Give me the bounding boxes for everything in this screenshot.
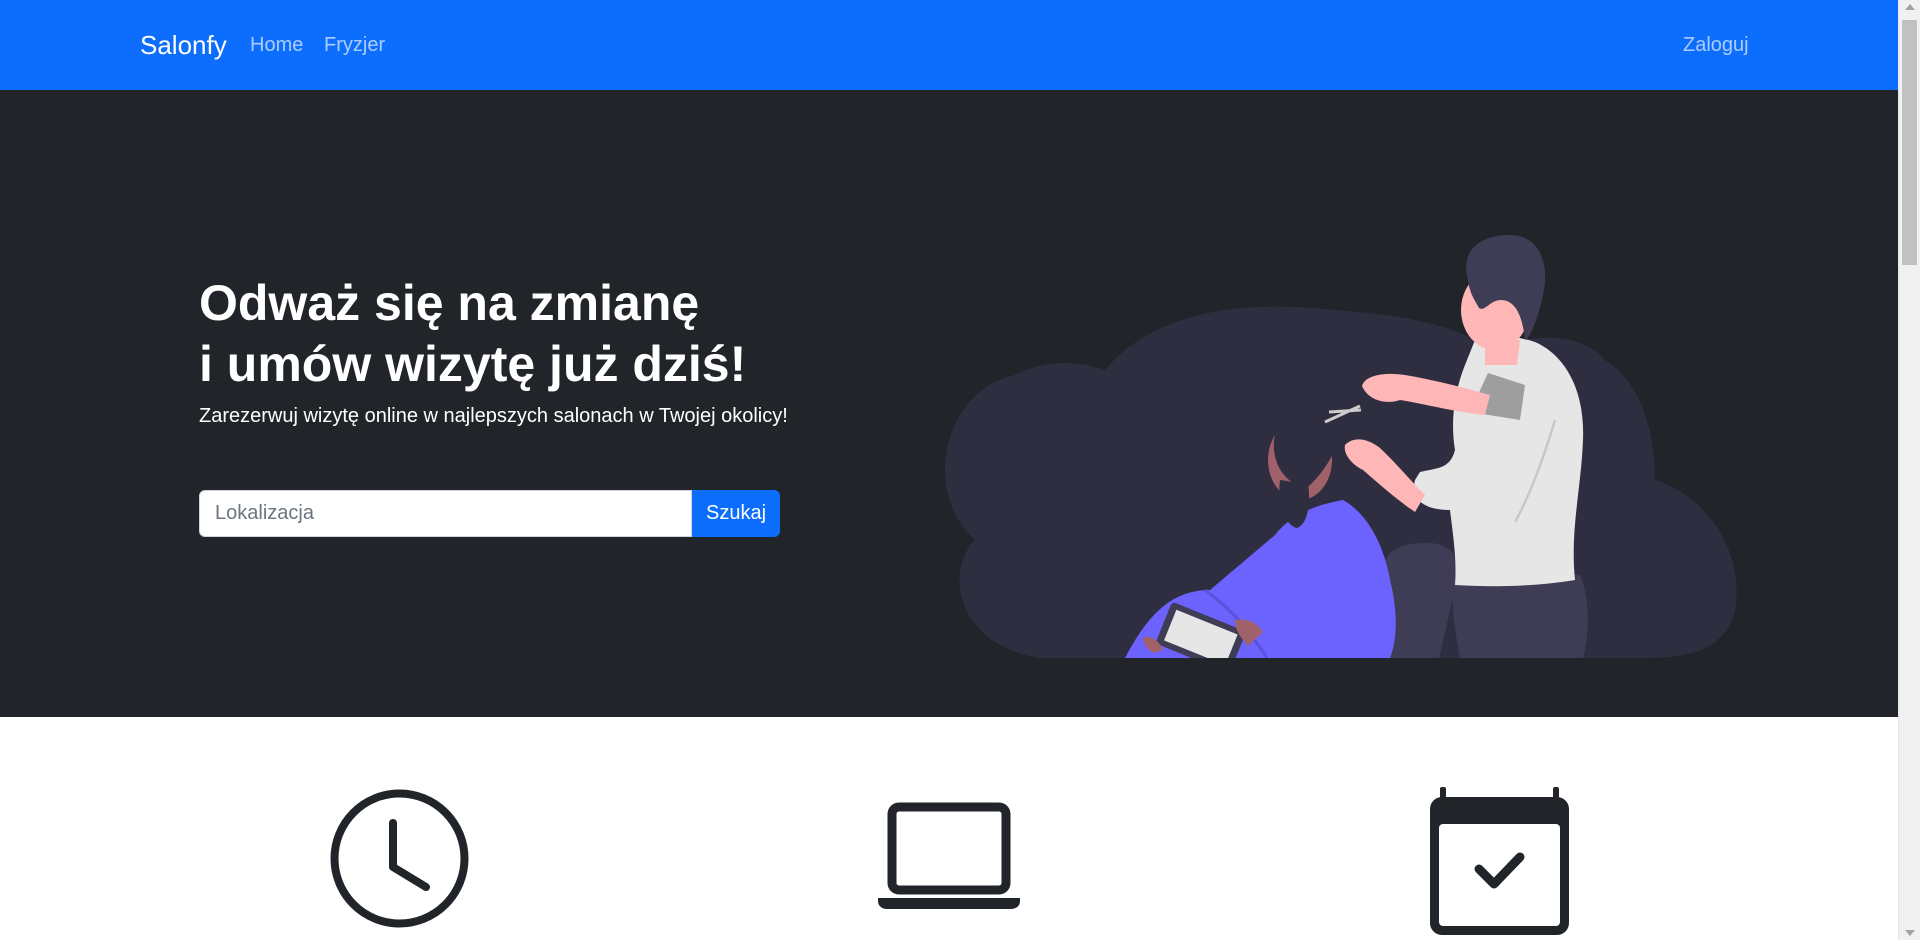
calendar-check-icon	[1430, 787, 1569, 935]
scroll-down-arrow[interactable]	[1905, 930, 1915, 936]
hero-title-line-2: i umów wizytę już dziś!	[199, 336, 747, 392]
hero-subtitle: Zarezerwuj wizytę online w najlepszych s…	[199, 405, 788, 427]
navbar: Salonfy Home Fryzjer Zaloguj	[0, 0, 1898, 90]
features-section	[0, 717, 1898, 940]
brand-logo[interactable]: Salonfy	[140, 30, 227, 61]
hero-title: Odważ się na zmianę i umów wizytę już dz…	[199, 273, 746, 395]
barber-neck	[1485, 340, 1520, 365]
clock-icon	[330, 789, 469, 928]
scroll-up-arrow[interactable]	[1905, 4, 1915, 10]
search-button[interactable]: Szukaj	[692, 490, 780, 537]
search-group: Szukaj	[199, 490, 780, 537]
page: Salonfy Home Fryzjer Zaloguj Odważ się n…	[0, 0, 1898, 940]
nav-link-login[interactable]: Zaloguj	[1683, 34, 1749, 57]
scrollbar-thumb[interactable]	[1902, 20, 1917, 265]
scissors-blade-2	[1328, 408, 1362, 414]
vertical-scrollbar[interactable]	[1898, 0, 1920, 940]
nav-link-fryzjer[interactable]: Fryzjer	[324, 34, 385, 57]
hero-section: Odważ się na zmianę i umów wizytę już dz…	[0, 90, 1898, 717]
laptop-icon	[878, 802, 1020, 909]
barber-illustration	[945, 235, 1737, 658]
hero-title-line-1: Odważ się na zmianę	[199, 275, 700, 331]
nav-link-home[interactable]: Home	[250, 34, 303, 57]
location-search-input[interactable]	[199, 490, 692, 537]
